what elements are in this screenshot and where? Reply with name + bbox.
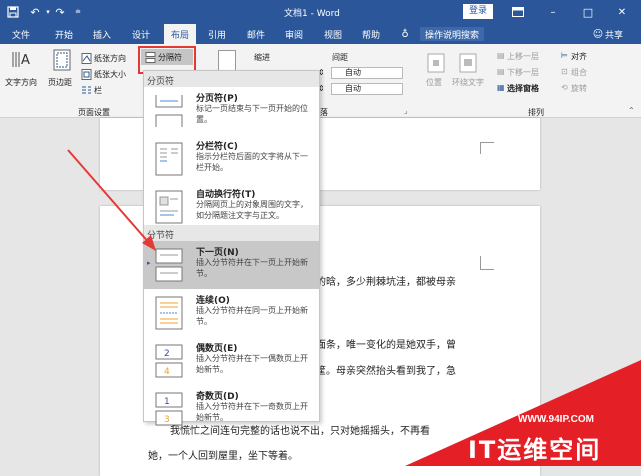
watermark-url: WWW.94IP.COM xyxy=(518,414,594,425)
annotation-arrow-icon xyxy=(67,149,156,251)
watermark-brand: IT运维空间 xyxy=(468,436,602,464)
